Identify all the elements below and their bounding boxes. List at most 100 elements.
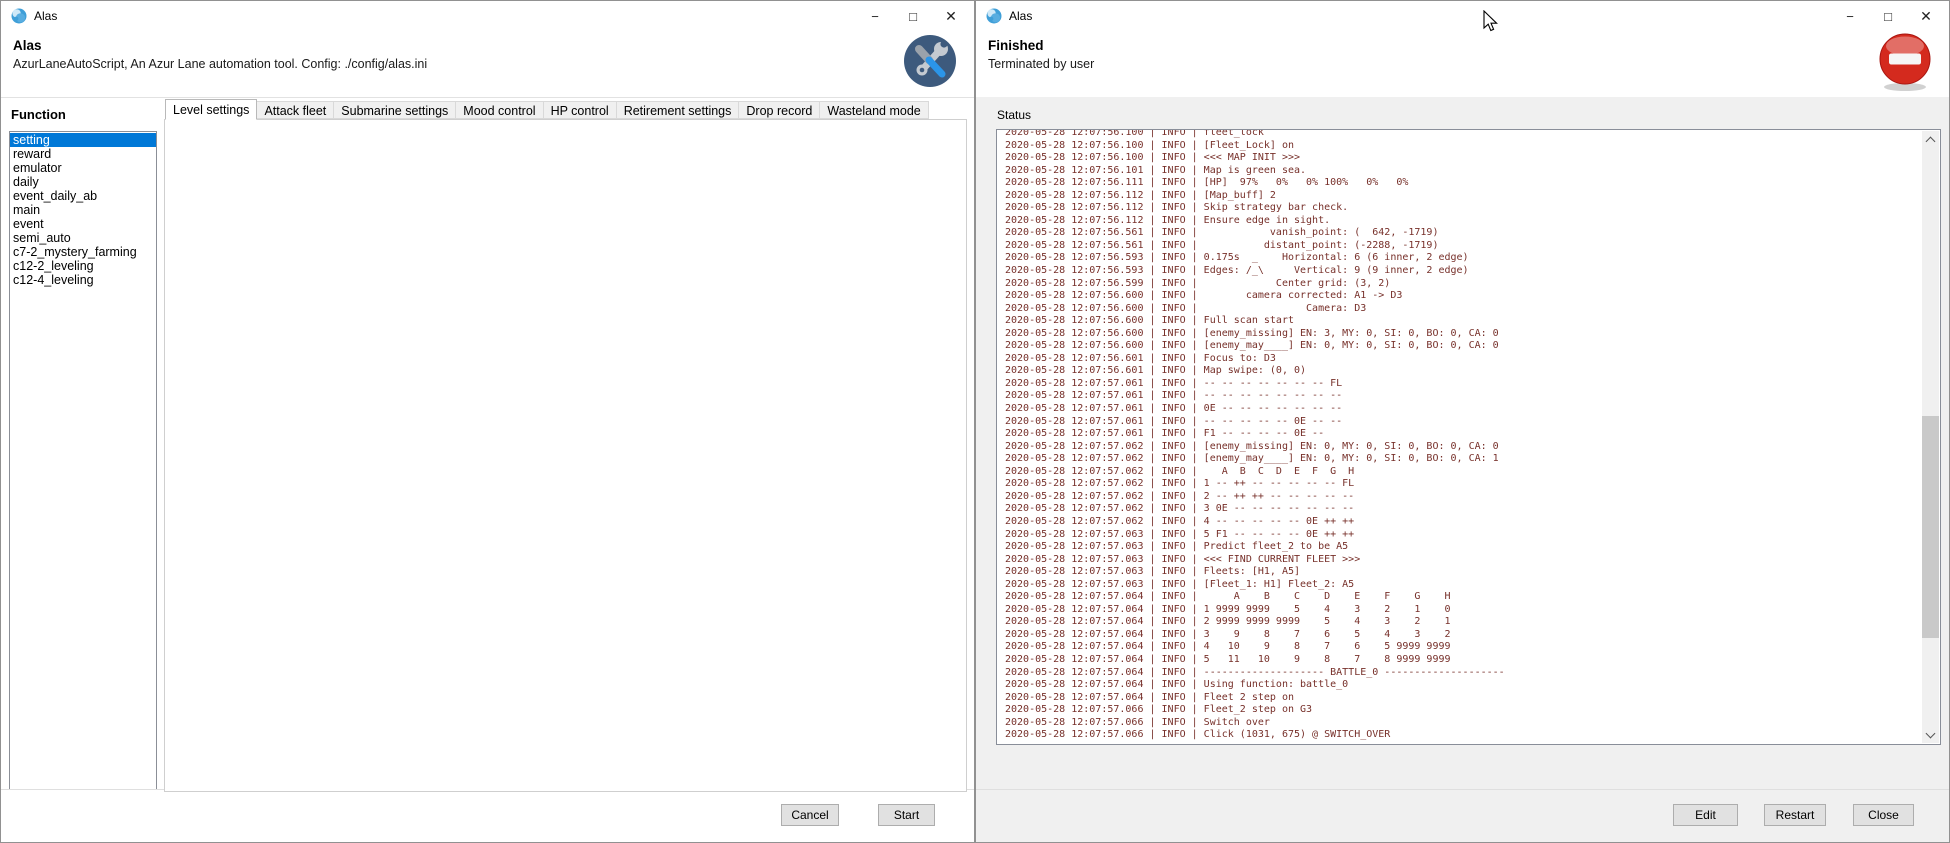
log-line: 2020-05-28 12:07:57.061 | INFO | -- -- -…	[1005, 378, 1918, 391]
window-header: Finished Terminated by user	[976, 31, 1949, 98]
log-scrollbar[interactable]	[1922, 131, 1939, 743]
scroll-up-icon[interactable]	[1922, 131, 1939, 148]
tab[interactable]: Level settings	[165, 99, 257, 120]
status-area: Status 2020-05-28 12:07:56.100 | INFO | …	[976, 97, 1949, 790]
log-output[interactable]: 2020-05-28 12:07:56.100 | INFO | fleet_l…	[996, 129, 1941, 745]
log-line: 2020-05-28 12:07:56.111 | INFO | [HP] 97…	[1005, 177, 1918, 190]
log-line: 2020-05-28 12:07:57.066 | INFO | Fleet_2…	[1005, 704, 1918, 717]
log-line: 2020-05-28 12:07:57.064 | INFO | 1 9999 …	[1005, 604, 1918, 617]
log-line: 2020-05-28 12:07:56.100 | INFO | fleet_l…	[1005, 129, 1918, 140]
alas-logo-icon	[11, 8, 27, 24]
log-line: 2020-05-28 12:07:57.061 | INFO | 0E -- -…	[1005, 403, 1918, 416]
settings-tabbar: Level settingsAttack fleetSubmarine sett…	[165, 99, 928, 119]
scrollbar-thumb[interactable]	[1922, 416, 1939, 638]
log-line: 2020-05-28 12:07:56.593 | INFO | Edges: …	[1005, 265, 1918, 278]
tab[interactable]: Submarine settings	[333, 101, 456, 119]
tab[interactable]: HP control	[543, 101, 617, 119]
log-line: 2020-05-28 12:07:57.063 | INFO | [Fleet_…	[1005, 579, 1918, 592]
log-window: Alas − □ ✕ Finished Terminated by user S…	[975, 0, 1950, 843]
function-label: Function	[11, 107, 66, 122]
sidebar-item[interactable]: c12-4_leveling	[10, 273, 156, 287]
right-footer: Edit Restart Close	[976, 789, 1949, 842]
close-button[interactable]: ✕	[1907, 1, 1945, 31]
window-header: Alas AzurLaneAutoScript, An Azur Lane au…	[1, 31, 974, 98]
app-title: Alas	[13, 38, 42, 53]
log-line: 2020-05-28 12:07:57.062 | INFO | 4 -- --…	[1005, 516, 1918, 529]
tab[interactable]: Mood control	[455, 101, 543, 119]
log-line: 2020-05-28 12:07:57.064 | INFO | Using f…	[1005, 679, 1918, 692]
alas-logo-icon	[986, 8, 1002, 24]
log-line: 2020-05-28 12:07:56.600 | INFO | [enemy_…	[1005, 328, 1918, 341]
log-line: 2020-05-28 12:07:56.600 | INFO | camera …	[1005, 290, 1918, 303]
log-line: 2020-05-28 12:07:57.062 | INFO | [enemy_…	[1005, 441, 1918, 454]
log-line: 2020-05-28 12:07:57.062 | INFO | A B C D…	[1005, 466, 1918, 479]
log-line: 2020-05-28 12:07:56.593 | INFO | 0.175s …	[1005, 252, 1918, 265]
log-line: 2020-05-28 12:07:57.064 | INFO | 4 10 9 …	[1005, 641, 1918, 654]
sidebar-item[interactable]: emulator	[10, 161, 156, 175]
log-line: 2020-05-28 12:07:56.112 | INFO | Skip st…	[1005, 202, 1918, 215]
log-line: 2020-05-28 12:07:57.061 | INFO | F1 -- -…	[1005, 428, 1918, 441]
sidebar-item[interactable]: c7-2_mystery_farming	[10, 245, 156, 259]
titlebar[interactable]: Alas − □ ✕	[1, 1, 974, 31]
log-line: 2020-05-28 12:07:56.600 | INFO | [enemy_…	[1005, 340, 1918, 353]
scroll-down-icon[interactable]	[1922, 726, 1939, 743]
log-line: 2020-05-28 12:07:57.064 | INFO | -------…	[1005, 667, 1918, 680]
log-line: 2020-05-28 12:07:56.561 | INFO | vanish_…	[1005, 227, 1918, 240]
sidebar-item[interactable]: daily	[10, 175, 156, 189]
function-listbox[interactable]: settingrewardemulatordailyevent_daily_ab…	[9, 131, 157, 790]
cancel-button[interactable]: Cancel	[781, 804, 839, 826]
log-line: 2020-05-28 12:07:57.066 | INFO | Click (…	[1005, 729, 1918, 742]
log-line: 2020-05-28 12:07:57.062 | INFO | 2 -- ++…	[1005, 491, 1918, 504]
log-line: 2020-05-28 12:07:56.601 | INFO | Map swi…	[1005, 365, 1918, 378]
sidebar-item[interactable]: main	[10, 203, 156, 217]
tab[interactable]: Wasteland mode	[819, 101, 928, 119]
log-line: 2020-05-28 12:07:57.064 | INFO | 5 11 10…	[1005, 654, 1918, 667]
log-line: 2020-05-28 12:07:57.063 | INFO | Fleets:…	[1005, 566, 1918, 579]
log-line: 2020-05-28 12:07:56.112 | INFO | Ensure …	[1005, 215, 1918, 228]
tools-icon	[902, 31, 958, 93]
minimize-button[interactable]: −	[856, 1, 894, 31]
mouse-cursor	[1483, 10, 1499, 34]
maximize-button[interactable]: □	[894, 1, 932, 31]
start-button[interactable]: Start	[878, 804, 935, 826]
log-line: 2020-05-28 12:07:56.100 | INFO | <<< MAP…	[1005, 152, 1918, 165]
sidebar-item[interactable]: event_daily_ab	[10, 189, 156, 203]
minimize-button[interactable]: −	[1831, 1, 1869, 31]
sidebar-item[interactable]: semi_auto	[10, 231, 156, 245]
log-line: 2020-05-28 12:07:56.561 | INFO | distant…	[1005, 240, 1918, 253]
sidebar-item[interactable]: c12-2_leveling	[10, 259, 156, 273]
sidebar-item[interactable]: event	[10, 217, 156, 231]
log-line: 2020-05-28 12:07:57.063 | INFO | Predict…	[1005, 541, 1918, 554]
log-line: 2020-05-28 12:07:57.062 | INFO | 1 -- ++…	[1005, 478, 1918, 491]
log-line: 2020-05-28 12:07:57.062 | INFO | 3 0E --…	[1005, 503, 1918, 516]
tab[interactable]: Drop record	[738, 101, 820, 119]
log-line: 2020-05-28 12:07:56.601 | INFO | Focus t…	[1005, 353, 1918, 366]
log-line: 2020-05-28 12:07:57.064 | INFO | A B C D…	[1005, 591, 1918, 604]
app-subtitle: AzurLaneAutoScript, An Azur Lane automat…	[13, 57, 427, 71]
log-line: 2020-05-28 12:07:56.600 | INFO | Camera:…	[1005, 303, 1918, 316]
sidebar-item[interactable]: reward	[10, 147, 156, 161]
log-line: 2020-05-28 12:07:57.063 | INFO | 5 F1 --…	[1005, 529, 1918, 542]
log-line: 2020-05-28 12:07:56.112 | INFO | [Map_bu…	[1005, 190, 1918, 203]
tab[interactable]: Attack fleet	[256, 101, 334, 119]
level-settings-panel	[164, 119, 967, 792]
log-line: 2020-05-28 12:07:57.062 | INFO | [enemy_…	[1005, 453, 1918, 466]
log-line: 2020-05-28 12:07:56.599 | INFO | Center …	[1005, 278, 1918, 291]
maximize-button[interactable]: □	[1869, 1, 1907, 31]
titlebar[interactable]: Alas − □ ✕	[976, 1, 1949, 31]
close-log-button[interactable]: Close	[1853, 804, 1914, 826]
left-footer: Cancel Start	[1, 789, 974, 842]
close-button[interactable]: ✕	[932, 1, 970, 31]
config-window: Alas − □ ✕ Alas AzurLaneAutoScript, An A…	[0, 0, 975, 843]
finished-subtitle: Terminated by user	[988, 57, 1094, 71]
restart-button[interactable]: Restart	[1764, 804, 1826, 826]
log-line: 2020-05-28 12:07:56.101 | INFO | Map is …	[1005, 165, 1918, 178]
edit-button[interactable]: Edit	[1673, 804, 1738, 826]
log-line: 2020-05-28 12:07:57.061 | INFO | -- -- -…	[1005, 390, 1918, 403]
window-title: Alas	[1009, 9, 1032, 23]
finished-title: Finished	[988, 38, 1044, 53]
log-line: 2020-05-28 12:07:57.064 | INFO | Fleet 2…	[1005, 692, 1918, 705]
tab[interactable]: Retirement settings	[616, 101, 740, 119]
log-line: 2020-05-28 12:07:57.064 | INFO | 2 9999 …	[1005, 616, 1918, 629]
sidebar-item[interactable]: setting	[10, 133, 156, 147]
